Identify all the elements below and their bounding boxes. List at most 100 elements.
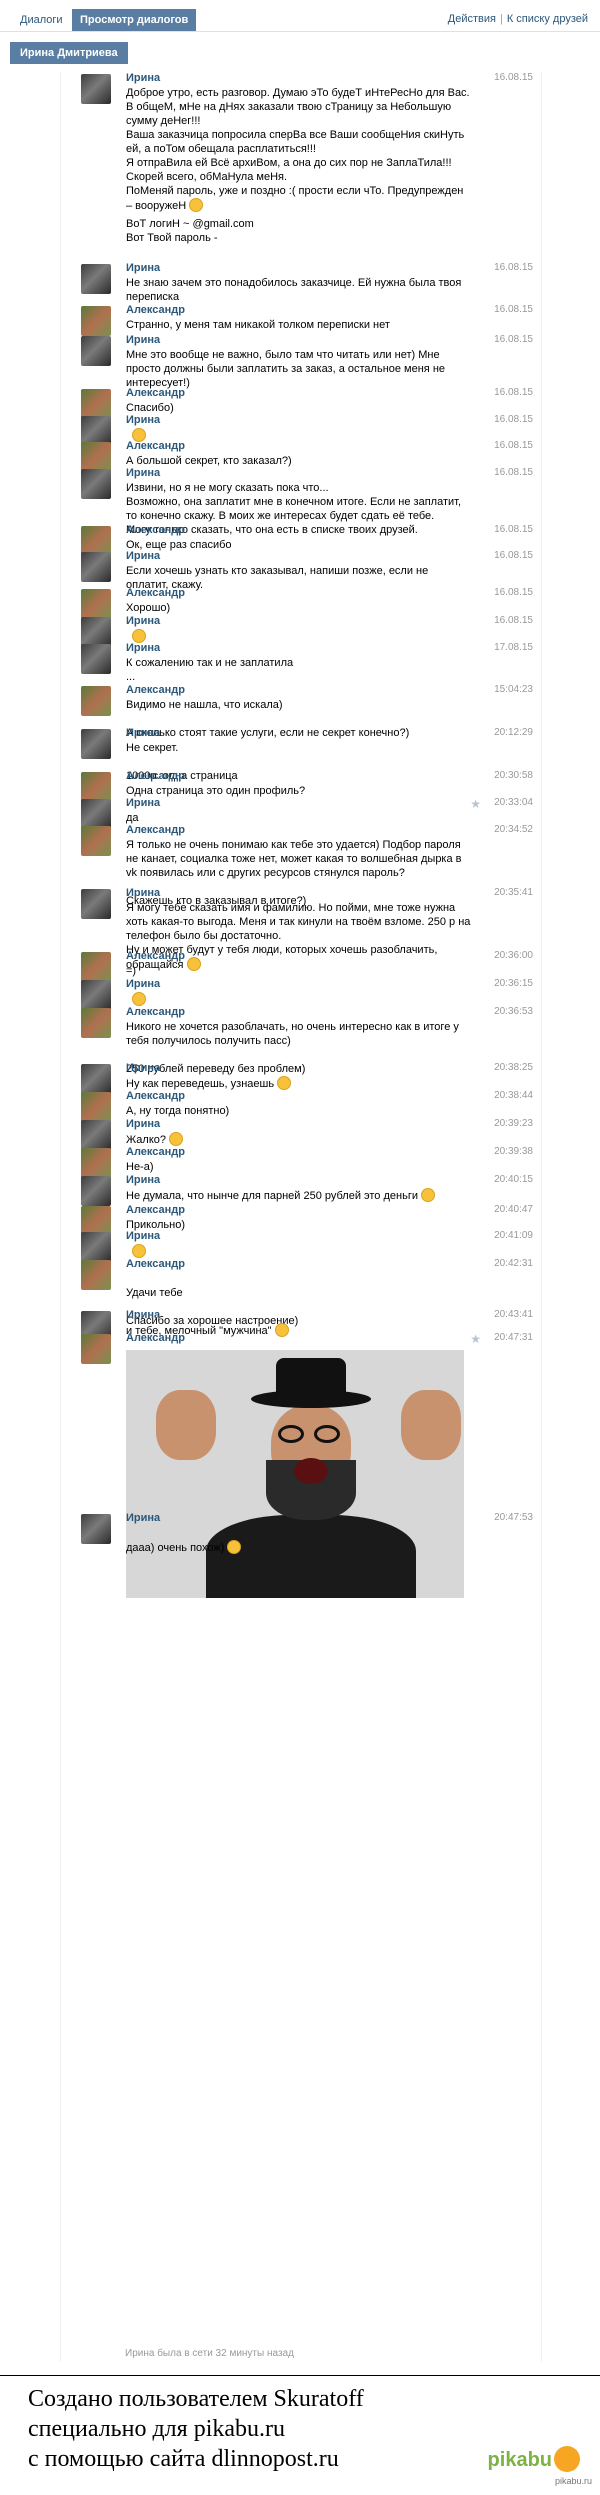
message-time[interactable]: 20:30:58	[494, 770, 533, 781]
attached-photo[interactable]	[126, 1350, 464, 1598]
message-author[interactable]: Александр	[126, 1204, 185, 1216]
avatar[interactable]	[81, 306, 111, 336]
avatar[interactable]	[81, 1064, 111, 1094]
avatar[interactable]	[81, 442, 111, 472]
avatar[interactable]	[81, 589, 111, 619]
avatar[interactable]	[81, 1092, 111, 1122]
avatar[interactable]	[81, 469, 111, 499]
message-time[interactable]: 20:40:15	[494, 1174, 533, 1185]
message-time[interactable]: 16.08.15	[494, 467, 533, 478]
message-time[interactable]: 20:38:44	[494, 1090, 533, 1101]
avatar[interactable]	[81, 889, 111, 919]
avatar[interactable]	[81, 74, 111, 104]
message-time[interactable]: 20:36:00	[494, 950, 533, 961]
message-time[interactable]: 20:47:31	[494, 1332, 533, 1343]
message-author[interactable]: Ирина	[126, 727, 160, 739]
avatar[interactable]	[81, 686, 111, 716]
message-time[interactable]: 20:38:25	[494, 1062, 533, 1073]
message-author[interactable]: Ирина	[126, 1062, 160, 1074]
message-author[interactable]: Александр	[126, 1006, 185, 1018]
message-time[interactable]: 20:39:23	[494, 1118, 533, 1129]
message-author[interactable]: Александр	[126, 587, 185, 599]
tab-view-dialogs[interactable]: Просмотр диалогов	[72, 9, 197, 31]
message-time[interactable]: 20:42:31	[494, 1258, 533, 1269]
message-author[interactable]: Ирина	[126, 467, 160, 479]
avatar[interactable]	[81, 729, 111, 759]
avatar[interactable]	[81, 1260, 111, 1290]
message-author[interactable]: Ирина	[126, 414, 160, 426]
message-author[interactable]: Ирина	[126, 797, 160, 809]
avatar[interactable]	[81, 1232, 111, 1262]
message-author[interactable]: Ирина	[126, 262, 160, 274]
message-author[interactable]: Александр	[126, 387, 185, 399]
message-time[interactable]: 16.08.15	[494, 304, 533, 315]
star-icon[interactable]: ★	[470, 1332, 481, 1346]
message-author[interactable]: Ирина	[126, 1230, 160, 1242]
message-author[interactable]: Александр	[126, 824, 185, 836]
message-time[interactable]: 16.08.15	[494, 440, 533, 451]
message-time[interactable]: 20:34:52	[494, 824, 533, 835]
message-time[interactable]: 16.08.15	[494, 524, 533, 535]
avatar[interactable]	[81, 826, 111, 856]
message-author[interactable]: Ирина	[126, 642, 160, 654]
avatar[interactable]	[81, 1148, 111, 1178]
message-time[interactable]: 16.08.15	[494, 550, 533, 561]
pikabu-logo[interactable]: pikabu	[488, 2446, 580, 2472]
back-to-friends-link[interactable]: К списку друзей	[507, 13, 588, 25]
avatar[interactable]	[81, 1176, 111, 1206]
avatar[interactable]	[81, 552, 111, 582]
avatar[interactable]	[81, 952, 111, 982]
message-time[interactable]: 16.08.15	[494, 387, 533, 398]
message-author[interactable]: Ирина	[126, 1309, 160, 1321]
message-author[interactable]: Ирина	[126, 72, 160, 84]
message-time[interactable]: 16.08.15	[494, 615, 533, 626]
message-time[interactable]: 15:04:23	[494, 684, 533, 695]
message-author[interactable]: Александр	[126, 304, 185, 316]
message-time[interactable]: 16.08.15	[494, 262, 533, 273]
avatar[interactable]	[81, 1120, 111, 1150]
star-icon[interactable]: ★	[470, 797, 481, 811]
avatar[interactable]	[81, 772, 111, 802]
message-time[interactable]: 16.08.15	[494, 72, 533, 83]
chat-history[interactable]: Ирина 16.08.15 Доброе утро, есть разговор.…	[60, 72, 542, 2362]
message-time[interactable]: 20:35:41	[494, 887, 533, 898]
message-time[interactable]: 20:43:41	[494, 1309, 533, 1320]
avatar[interactable]	[81, 1514, 111, 1544]
message-time[interactable]: 20:12:29	[494, 727, 533, 738]
message-time[interactable]: 16.08.15	[494, 587, 533, 598]
avatar[interactable]	[81, 1008, 111, 1038]
message-time[interactable]: 16.08.15	[494, 414, 533, 425]
message-author[interactable]: Александр	[126, 1090, 185, 1102]
avatar[interactable]	[81, 799, 111, 829]
message-time[interactable]: 20:40:47	[494, 1204, 533, 1215]
actions-link[interactable]: Действия	[448, 13, 496, 25]
message-author[interactable]: Александр	[126, 524, 185, 536]
message-author[interactable]: Александр	[126, 950, 185, 962]
avatar[interactable]	[81, 644, 111, 674]
avatar[interactable]	[81, 336, 111, 366]
message-author[interactable]: Александр	[126, 684, 185, 696]
message-author[interactable]: Ирина	[126, 1118, 160, 1130]
message-author[interactable]: Ирина	[126, 1174, 160, 1186]
message-time[interactable]: 20:47:53	[494, 1512, 533, 1523]
message-author[interactable]: Ирина	[126, 550, 160, 562]
message-author[interactable]: Александр	[126, 770, 185, 782]
avatar[interactable]	[81, 980, 111, 1010]
message-time[interactable]: 20:41:09	[494, 1230, 533, 1241]
message-author[interactable]: Ирина	[126, 887, 160, 899]
message-author[interactable]: Ирина	[126, 334, 160, 346]
message-author[interactable]: Александр	[126, 1146, 185, 1158]
avatar[interactable]	[81, 1334, 111, 1364]
message-author[interactable]: Александр	[126, 1332, 185, 1344]
message-time[interactable]: 17.08.15	[494, 642, 533, 653]
message-time[interactable]: 20:36:53	[494, 1006, 533, 1017]
avatar[interactable]	[81, 617, 111, 647]
message-author[interactable]: Ирина	[126, 615, 160, 627]
message-time[interactable]: 20:36:15	[494, 978, 533, 989]
message-time[interactable]: 20:39:38	[494, 1146, 533, 1157]
message-author[interactable]: Ирина	[126, 1512, 160, 1524]
message-author[interactable]: Ирина	[126, 978, 160, 990]
message-author[interactable]: Александр	[126, 440, 185, 452]
message-time[interactable]: 20:33:04	[494, 797, 533, 808]
message-time[interactable]: 16.08.15	[494, 334, 533, 345]
